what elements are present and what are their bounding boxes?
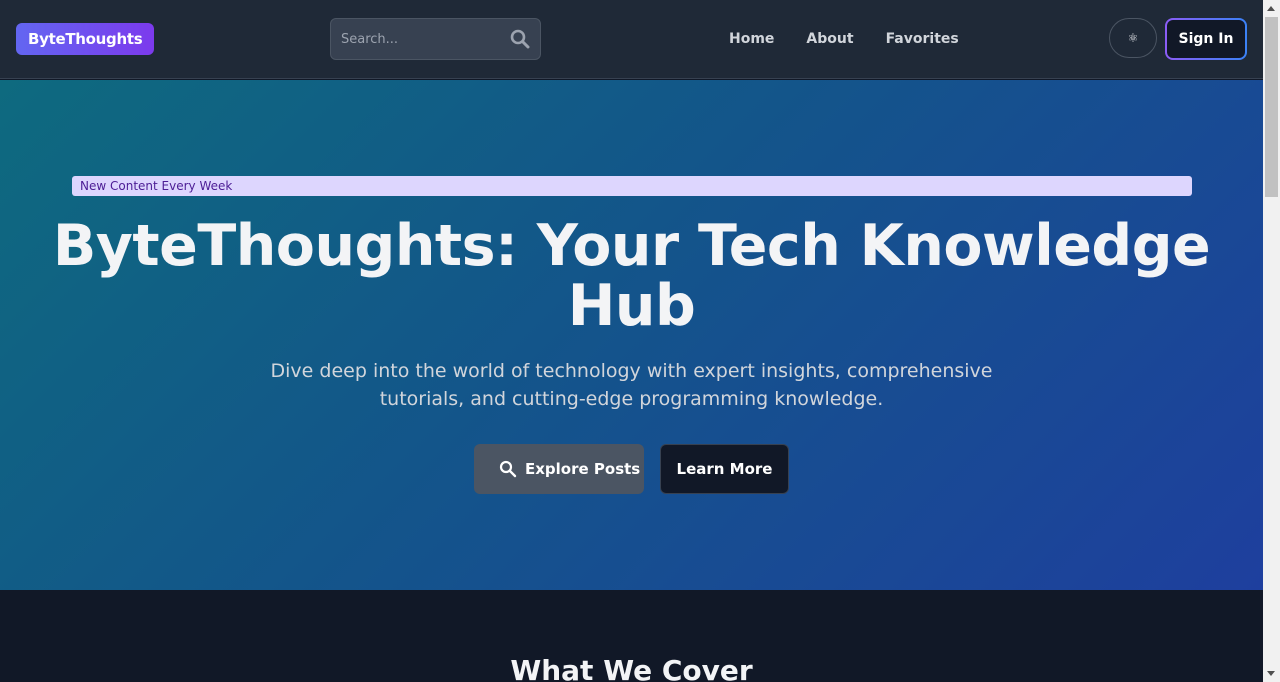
theme-toggle-button[interactable]: ⚛ — [1109, 18, 1157, 58]
nav-link-favorites[interactable]: Favorites — [886, 30, 959, 48]
sign-in-button[interactable]: Sign In — [1165, 18, 1247, 60]
scroll-down-arrow-icon[interactable] — [1267, 671, 1275, 676]
learn-more-button[interactable]: Learn More — [660, 444, 789, 494]
explore-posts-button[interactable]: Explore Posts — [474, 444, 644, 494]
atom-icon: ⚛ — [1127, 31, 1139, 45]
section-title: What We Cover — [510, 654, 753, 682]
scrollbar-thumb[interactable] — [1265, 17, 1278, 197]
search-icon[interactable] — [510, 29, 530, 49]
nav-link-home[interactable]: Home — [729, 30, 774, 48]
new-content-badge: New Content Every Week — [72, 176, 1192, 196]
nav-links: Home About Favorites — [729, 30, 991, 48]
logo[interactable]: ByteThoughts — [16, 23, 155, 55]
explore-posts-label: Explore Posts — [525, 460, 641, 478]
hero-subtitle: Dive deep into the world of technology w… — [270, 360, 993, 410]
vertical-scrollbar[interactable] — [1263, 0, 1280, 682]
hero-title: ByteThoughts: Your Tech Knowledge Hub — [52, 213, 1211, 339]
navbar: ByteThoughts Home About Favorites ⚛ Sign… — [0, 0, 1263, 79]
nav-link-about[interactable]: About — [806, 30, 853, 48]
search-input[interactable] — [331, 19, 501, 59]
search-box — [330, 18, 541, 60]
hero-section: New Content Every Week ByteThoughts: You… — [0, 80, 1263, 590]
scroll-up-arrow-icon[interactable] — [1267, 6, 1275, 11]
search-icon — [499, 460, 517, 478]
